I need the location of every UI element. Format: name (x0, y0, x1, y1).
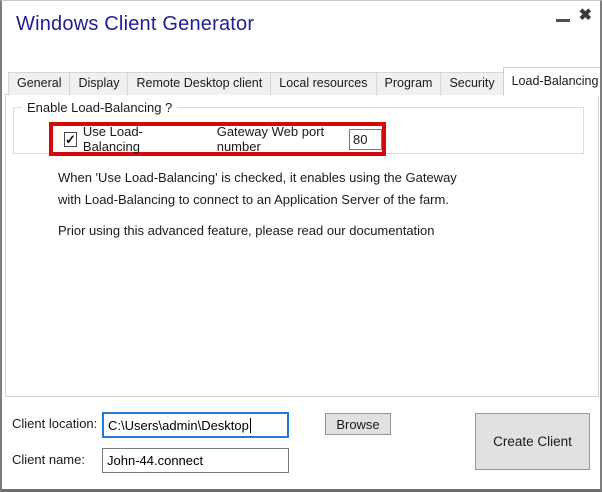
load-balancing-tab-panel: Enable Load-Balancing ? ✓ Use Load-Balan… (5, 94, 599, 397)
minimize-icon[interactable]: — (556, 19, 570, 22)
tab-local-resources[interactable]: Local resources (270, 72, 376, 95)
gateway-port-label: Gateway Web port number (217, 124, 341, 154)
red-highlight-annotation: ✓ Use Load-Balancing Gateway Web port nu… (49, 122, 386, 156)
description-line: with Load-Balancing to connect to an App… (58, 189, 457, 211)
tab-load-balancing[interactable]: Load-Balancing (503, 67, 602, 96)
client-location-input[interactable]: C:\Users\admin\Desktop (102, 412, 289, 438)
tab-general[interactable]: General (8, 72, 70, 95)
client-location-value: C:\Users\admin\Desktop (108, 418, 249, 433)
gateway-port-input[interactable] (349, 129, 382, 150)
description-line: Prior using this advanced feature, pleas… (58, 220, 457, 242)
groupbox-title: Enable Load-Balancing ? (22, 100, 177, 115)
tab-strip: General Display Remote Desktop client Lo… (8, 67, 602, 95)
use-load-balancing-checkbox[interactable]: ✓ (64, 132, 77, 147)
text-caret (250, 418, 251, 433)
client-name-input[interactable] (102, 448, 289, 473)
page-title: Windows Client Generator (16, 13, 254, 36)
tab-remote-desktop-client[interactable]: Remote Desktop client (127, 72, 271, 95)
description-line: When 'Use Load-Balancing' is checked, it… (58, 167, 457, 189)
tab-security[interactable]: Security (440, 72, 503, 95)
use-load-balancing-label: Use Load-Balancing (83, 124, 177, 154)
checkmark-icon: ✓ (65, 133, 76, 146)
tab-display[interactable]: Display (69, 72, 128, 95)
tab-program[interactable]: Program (376, 72, 442, 95)
browse-button[interactable]: Browse (325, 413, 391, 435)
windows-client-generator-dialog: Windows Client Generator — ✖ General Dis… (0, 0, 602, 492)
client-location-label: Client location: (12, 416, 97, 431)
description-text: When 'Use Load-Balancing' is checked, it… (58, 167, 457, 242)
close-icon[interactable]: ✖ (579, 5, 592, 25)
create-client-button[interactable]: Create Client (475, 413, 590, 470)
client-name-label: Client name: (12, 452, 85, 467)
